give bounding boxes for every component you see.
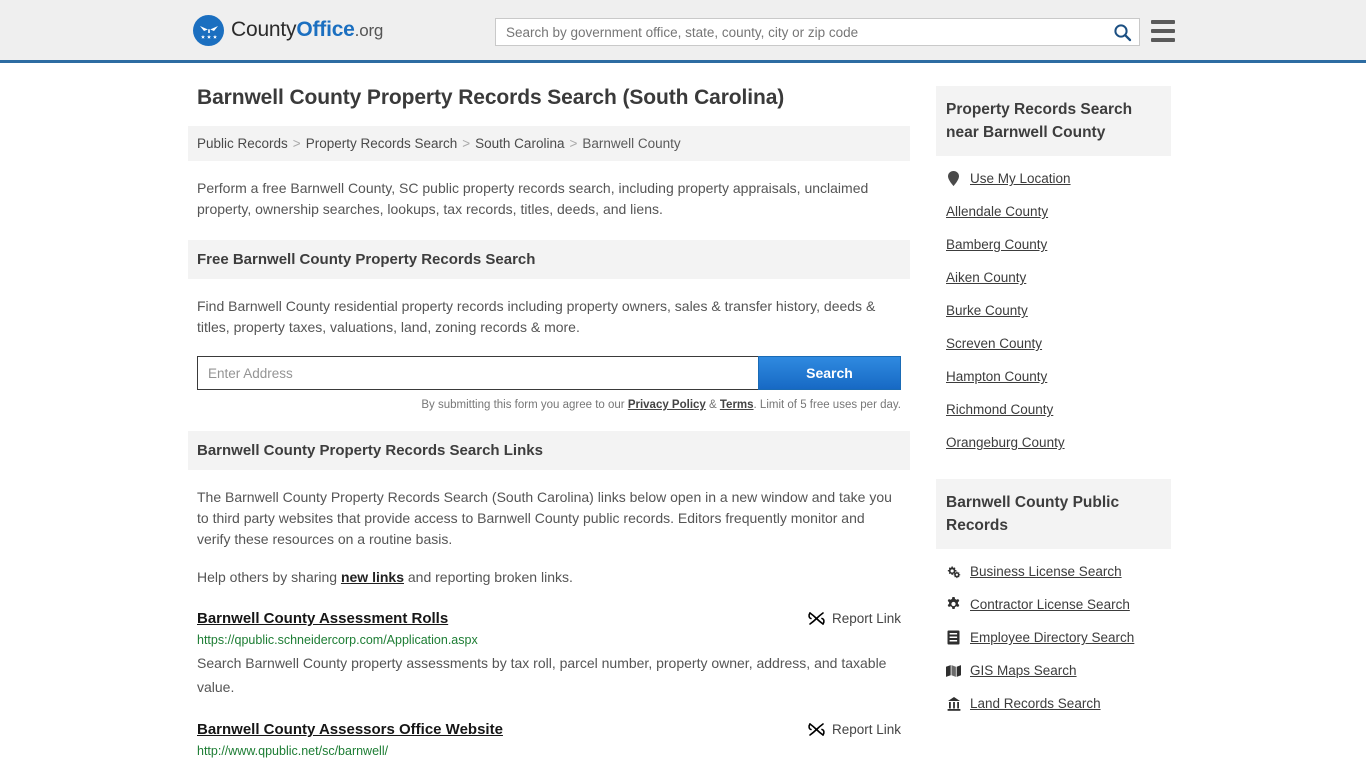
page-lead-text: Perform a free Barnwell County, SC publi… bbox=[197, 180, 869, 217]
nearby-search-card: Property Records Search near Barnwell Co… bbox=[936, 86, 1171, 459]
result-title-link[interactable]: Barnwell County Assessors Office Website bbox=[197, 721, 503, 738]
map-pin-icon bbox=[946, 171, 961, 186]
privacy-policy-link[interactable]: Privacy Policy bbox=[628, 399, 706, 411]
sidebar-item-use-my-location[interactable]: Use My Location bbox=[946, 162, 1171, 195]
sidebar-item-hampton-county[interactable]: Hampton County bbox=[946, 360, 1171, 393]
sidebar-link-label[interactable]: Use My Location bbox=[970, 171, 1071, 186]
report-link-label: Report Link bbox=[831, 611, 901, 626]
address-search-button[interactable]: Search bbox=[758, 356, 901, 390]
report-link-button[interactable]: Report Link bbox=[808, 611, 901, 626]
result-url: http://www.qpublic.net/sc/barnwell/ bbox=[197, 744, 389, 758]
page-body: Barnwell County Property Records Search … bbox=[0, 63, 1366, 768]
hamburger-bar bbox=[1151, 38, 1175, 42]
global-search[interactable] bbox=[495, 18, 1140, 46]
search-input[interactable] bbox=[496, 19, 1105, 45]
sidebar-link-label[interactable]: Orangeburg County bbox=[946, 435, 1065, 450]
result-description: Search Barnwell County property assessme… bbox=[197, 655, 887, 695]
hamburger-menu-icon[interactable] bbox=[1151, 20, 1175, 42]
main-content: Barnwell County Property Records Search … bbox=[188, 86, 910, 768]
breadcrumb-separator: > bbox=[292, 136, 301, 151]
hamburger-bar bbox=[1151, 20, 1175, 24]
cog-icon bbox=[946, 597, 961, 612]
id-card-icon bbox=[946, 630, 961, 645]
result-title-link[interactable]: Barnwell County Assessment Rolls bbox=[197, 610, 448, 627]
broken-link-icon bbox=[808, 611, 825, 626]
sidebar-item-business-license-search[interactable]: Business License Search bbox=[946, 555, 1171, 588]
sidebar-link-label[interactable]: Business License Search bbox=[970, 564, 1122, 579]
landmark-icon bbox=[946, 696, 961, 711]
brand-part-county: County bbox=[231, 18, 297, 41]
site-header: CountyOffice.org bbox=[0, 0, 1366, 63]
links-section-paragraph: The Barnwell County Property Records Sea… bbox=[197, 489, 892, 547]
sidebar: Property Records Search near Barnwell Co… bbox=[936, 86, 1171, 740]
report-link-label: Report Link bbox=[831, 722, 901, 737]
page-title: Barnwell County Property Records Search … bbox=[197, 86, 785, 109]
nearby-search-heading: Property Records Search near Barnwell Co… bbox=[936, 86, 1171, 156]
breadcrumb-item-barnwell-county: Barnwell County bbox=[582, 136, 681, 151]
breadcrumb: Public Records > Property Records Search > S… bbox=[188, 126, 910, 161]
eagle-seal-icon bbox=[193, 14, 224, 46]
breadcrumb-item-property-records-search[interactable]: Property Records Search bbox=[306, 136, 458, 151]
sidebar-link-label[interactable]: Aiken County bbox=[946, 270, 1026, 285]
disclaimer-amp: & bbox=[705, 399, 720, 411]
address-search-form: Search bbox=[197, 356, 901, 390]
sidebar-item-gis-maps-search[interactable]: GIS Maps Search bbox=[946, 654, 1171, 687]
sidebar-item-bamberg-county[interactable]: Bamberg County bbox=[946, 228, 1171, 261]
hamburger-bar bbox=[1151, 29, 1175, 33]
help-post: and reporting broken links. bbox=[404, 569, 573, 585]
site-logo[interactable]: CountyOffice.org bbox=[193, 14, 383, 46]
help-pre: Help others by sharing bbox=[197, 569, 341, 585]
brand-part-office: Office bbox=[296, 18, 355, 41]
sidebar-item-contractor-license-search[interactable]: Contractor License Search bbox=[946, 588, 1171, 621]
sidebar-link-label[interactable]: Burke County bbox=[946, 303, 1028, 318]
links-section-help: Help others by sharing new links and rep… bbox=[197, 567, 901, 588]
sidebar-link-label[interactable]: Richmond County bbox=[946, 402, 1053, 417]
free-search-heading: Free Barnwell County Property Records Se… bbox=[188, 240, 910, 279]
brand-wordmark: CountyOffice.org bbox=[231, 18, 383, 42]
breadcrumb-item-south-carolina[interactable]: South Carolina bbox=[475, 136, 564, 151]
brand-part-org: .org bbox=[354, 21, 384, 40]
search-icon bbox=[1113, 23, 1132, 42]
result-description: View Barnwell County Assessors Office we… bbox=[197, 762, 901, 768]
breadcrumb-item-public-records[interactable]: Public Records bbox=[197, 136, 288, 151]
result-url: https://qpublic.schneidercorp.com/Applic… bbox=[197, 633, 478, 647]
map-icon bbox=[946, 664, 961, 678]
sidebar-link-label[interactable]: Contractor License Search bbox=[970, 597, 1130, 612]
search-submit-button[interactable] bbox=[1105, 19, 1139, 45]
sidebar-item-screven-county[interactable]: Screven County bbox=[946, 327, 1171, 360]
breadcrumb-separator: > bbox=[462, 136, 471, 151]
sidebar-item-land-records-search[interactable]: Land Records Search bbox=[946, 687, 1171, 720]
disclaimer-pre: By submitting this form you agree to our bbox=[421, 399, 628, 411]
sidebar-item-allendale-county[interactable]: Allendale County bbox=[946, 195, 1171, 228]
new-links-link[interactable]: new links bbox=[341, 569, 404, 585]
terms-link[interactable]: Terms bbox=[720, 399, 754, 411]
sidebar-link-label[interactable]: Allendale County bbox=[946, 204, 1048, 219]
free-search-description: Find Barnwell County residential propert… bbox=[197, 298, 876, 335]
cogs-icon bbox=[946, 565, 961, 579]
result-item: Barnwell County Assessors Office Website… bbox=[197, 721, 901, 768]
broken-link-icon bbox=[808, 722, 825, 737]
sidebar-link-label[interactable]: Bamberg County bbox=[946, 237, 1047, 252]
sidebar-link-label[interactable]: Land Records Search bbox=[970, 696, 1101, 711]
sidebar-link-label[interactable]: GIS Maps Search bbox=[970, 663, 1077, 678]
breadcrumb-separator: > bbox=[569, 136, 578, 151]
sidebar-item-orangeburg-county[interactable]: Orangeburg County bbox=[946, 426, 1171, 459]
sidebar-item-richmond-county[interactable]: Richmond County bbox=[946, 393, 1171, 426]
address-input[interactable] bbox=[197, 356, 758, 390]
public-records-card: Barnwell County Public Records Business … bbox=[936, 479, 1171, 720]
result-item: Barnwell County Assessment Rolls Report … bbox=[197, 610, 901, 699]
sidebar-item-burke-county[interactable]: Burke County bbox=[946, 294, 1171, 327]
sidebar-link-label[interactable]: Screven County bbox=[946, 336, 1042, 351]
sidebar-item-employee-directory-search[interactable]: Employee Directory Search bbox=[946, 621, 1171, 654]
public-records-heading: Barnwell County Public Records bbox=[936, 479, 1171, 549]
sidebar-link-label[interactable]: Hampton County bbox=[946, 369, 1047, 384]
disclaimer-post: . Limit of 5 free uses per day. bbox=[753, 399, 901, 411]
form-disclaimer: By submitting this form you agree to our… bbox=[197, 399, 901, 411]
report-link-button[interactable]: Report Link bbox=[808, 722, 901, 737]
sidebar-link-label[interactable]: Employee Directory Search bbox=[970, 630, 1134, 645]
links-section-heading: Barnwell County Property Records Search … bbox=[188, 431, 910, 470]
sidebar-item-aiken-county[interactable]: Aiken County bbox=[946, 261, 1171, 294]
